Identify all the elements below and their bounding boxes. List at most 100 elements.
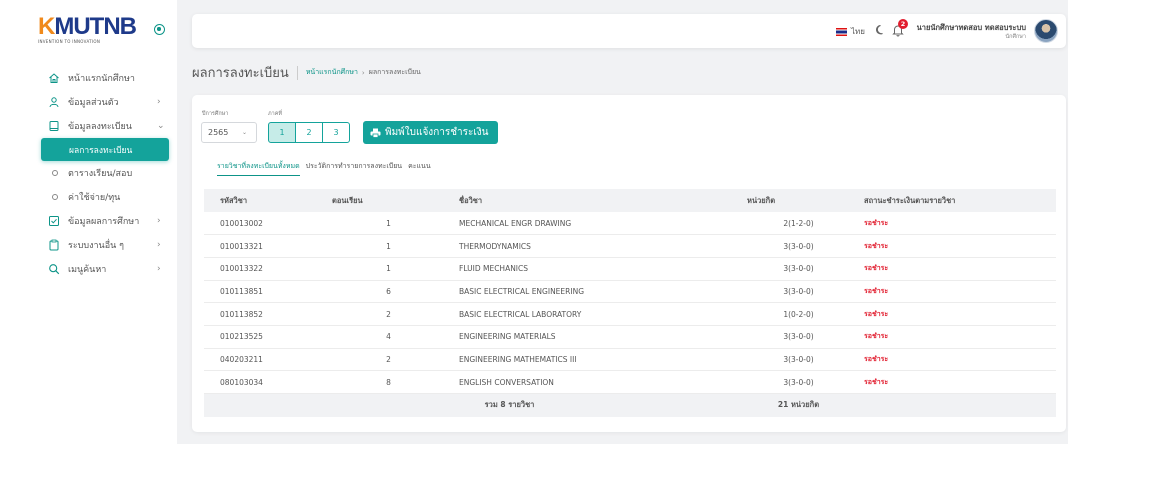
payment-status-badge: รอชำระ [864, 218, 889, 227]
course-section: 1 [332, 257, 445, 281]
language-switcher[interactable]: ไทย [836, 25, 865, 38]
course-section: 2 [332, 302, 445, 326]
course-code: 040203211 [204, 348, 332, 372]
tab-all-registered-courses[interactable]: รายวิชาที่ลงทะเบียนทั้งหมด [217, 161, 300, 176]
tab-scores[interactable]: คะแนน [408, 161, 431, 176]
course-section: 8 [332, 370, 445, 394]
table-row: 010113852 2 BASIC ELECTRICAL LABORATORY … [204, 302, 1056, 326]
course-name: BASIC ELECTRICAL ENGINEERING [445, 280, 747, 304]
sidebar-item-personal-info[interactable]: ข้อมูลส่วนตัว › [0, 90, 177, 114]
sidebar-item-timetable[interactable]: ตารางเรียน/สอบ [0, 161, 177, 185]
top-navbar: ไทย 2 นายนักศึกษาทดสอบ ทดสอบระบบ นักศึกษ… [192, 14, 1066, 48]
header-divider [296, 65, 298, 80]
registration-card: ปีการศึกษา ภาคที่ 2565 ⌄ 1 2 3 พิมพ์ใบแจ… [192, 95, 1066, 432]
tab-registration-history[interactable]: ประวัติการทำรายการลงทะเบียน [306, 161, 402, 176]
course-section: 2 [332, 348, 445, 372]
kmutnb-logo[interactable]: KMUTNB INVENTION TO INNOVATION [38, 13, 148, 46]
checkbox-icon [49, 216, 59, 226]
sidebar-item-student-home[interactable]: หน้าแรกนักศึกษา [0, 66, 177, 90]
course-section: 4 [332, 325, 445, 349]
table-header-row: รหัสวิชา ตอนเรียน ชื่อวิชา หน่วยกิต สถาน… [204, 189, 1056, 212]
table-row: 080103034 8 ENGLISH CONVERSATION 3(3-0-0… [204, 370, 1056, 394]
course-credits: 3(3-0-0) [747, 370, 850, 394]
academic-year-select[interactable]: 2565 ⌄ [201, 122, 257, 143]
course-code: 010213525 [204, 325, 332, 349]
course-code: 010113852 [204, 302, 332, 326]
sidebar-item-other-systems[interactable]: ระบบงานอื่น ๆ › [0, 233, 177, 257]
course-name: MECHANICAL ENGR DRAWING [445, 212, 747, 236]
sidebar-nav: หน้าแรกนักศึกษา ข้อมูลส่วนตัว › ข้อมูลลง… [0, 66, 177, 281]
col-credits: หน่วยกิต [747, 189, 850, 212]
user-role: นักศึกษา [1005, 34, 1026, 40]
term-button-2[interactable]: 2 [295, 122, 323, 143]
academic-year-label: ปีการศึกษา [202, 111, 229, 117]
sidebar-item-label: ข้อมูลลงทะเบียน [68, 122, 132, 132]
sidebar-item-expenses[interactable]: ค่าใช้จ่าย/ทุน [0, 185, 177, 209]
payment-status-badge: รอชำระ [864, 286, 889, 295]
total-credits: 21 หน่วยกิต [747, 393, 850, 417]
chevron-right-icon: › [157, 264, 161, 274]
course-name: FLUID MECHANICS [445, 257, 747, 281]
breadcrumb-home-link[interactable]: หน้าแรกนักศึกษา [306, 67, 358, 78]
total-courses: รวม 8 รายวิชา [332, 393, 747, 417]
course-name: ENGLISH CONVERSATION [445, 370, 747, 394]
payment-status-badge: รอชำระ [864, 264, 889, 273]
course-code: 080103034 [204, 370, 332, 394]
moon-icon[interactable] [874, 24, 886, 36]
chevron-right-icon: › [157, 97, 161, 107]
sidebar-item-registration-info[interactable]: ข้อมูลลงทะเบียน ⌄ [0, 114, 177, 138]
sidebar-item-label: เมนูค้นหา [68, 265, 107, 275]
table-row: 040203211 2 ENGINEERING MATHEMATICS III … [204, 348, 1056, 372]
sidebar-item-label: ค่าใช้จ่าย/ทุน [68, 193, 121, 203]
term-selector: 1 2 3 [268, 122, 350, 143]
notification-badge: 2 [898, 19, 908, 29]
course-credits: 3(3-0-0) [747, 325, 850, 349]
logo-text: KMUTNB [38, 13, 137, 40]
payment-status-badge: รอชำระ [864, 309, 889, 318]
term-label: ภาคที่ [268, 111, 283, 117]
breadcrumb-current: ผลการลงทะเบียน [368, 68, 421, 76]
table-row: 010113851 6 BASIC ELECTRICAL ENGINEERING… [204, 280, 1056, 304]
table-row: 010013322 1 FLUID MECHANICS 3(3-0-0) รอช… [204, 257, 1056, 281]
sidebar-item-study-results[interactable]: ข้อมูลผลการศึกษา › [0, 209, 177, 233]
circle-bullet-icon [52, 170, 58, 176]
page-header: ผลการลงทะเบียน หน้าแรกนักศึกษา › ผลการลง… [192, 62, 421, 83]
user-icon [49, 97, 59, 108]
sidebar-item-search-menu[interactable]: เมนูค้นหา › [0, 257, 177, 281]
course-code: 010013002 [204, 212, 332, 236]
course-name: ENGINEERING MATERIALS [445, 325, 747, 349]
sidebar-item-label: ตารางเรียน/สอบ [68, 169, 133, 179]
table-row: 010213525 4 ENGINEERING MATERIALS 3(3-0-… [204, 325, 1056, 349]
sidebar-item-label: ระบบงานอื่น ๆ [68, 241, 124, 251]
term-button-3[interactable]: 3 [322, 122, 350, 143]
course-credits: 3(3-0-0) [747, 257, 850, 281]
table-row: 010013002 1 MECHANICAL ENGR DRAWING 2(1-… [204, 212, 1056, 236]
sidebar-toggle-icon[interactable] [154, 24, 165, 35]
thai-flag-icon [836, 27, 847, 36]
clipboard-icon [49, 239, 59, 251]
term-button-1[interactable]: 1 [268, 122, 296, 143]
payment-status-badge: รอชำระ [864, 377, 889, 386]
registration-tabs: รายวิชาที่ลงทะเบียนทั้งหมด ประวัติการทำร… [217, 161, 437, 176]
print-payment-slip-button[interactable]: พิมพ์ใบแจ้งการชำระเงิน [363, 121, 498, 144]
course-credits: 2(1-2-0) [747, 212, 850, 236]
course-code: 010013321 [204, 234, 332, 258]
course-section: 6 [332, 280, 445, 304]
chevron-down-icon: ⌄ [157, 121, 165, 131]
course-code: 010013322 [204, 257, 332, 281]
chevron-right-icon: › [157, 240, 161, 250]
language-label: ไทย [851, 27, 865, 36]
sidebar: KMUTNB INVENTION TO INNOVATION หน้าแรกนั… [0, 0, 177, 484]
table-row: 010013321 1 THERMODYNAMICS 3(3-0-0) รอชำ… [204, 234, 1056, 258]
avatar[interactable] [1034, 19, 1058, 43]
sidebar-item-label: ข้อมูลส่วนตัว [68, 98, 119, 108]
sidebar-item-label: ข้อมูลผลการศึกษา [68, 217, 140, 227]
payment-status-badge: รอชำระ [864, 354, 889, 363]
col-course-name: ชื่อวิชา [445, 189, 747, 212]
page-title: ผลการลงทะเบียน [192, 66, 289, 81]
chevron-down-icon: ⌄ [241, 129, 247, 136]
breadcrumb-separator: › [361, 68, 365, 77]
col-section: ตอนเรียน [332, 189, 445, 212]
sidebar-item-registration-result[interactable]: ผลการลงทะเบียน [41, 138, 169, 161]
course-name: BASIC ELECTRICAL LABORATORY [445, 302, 747, 326]
